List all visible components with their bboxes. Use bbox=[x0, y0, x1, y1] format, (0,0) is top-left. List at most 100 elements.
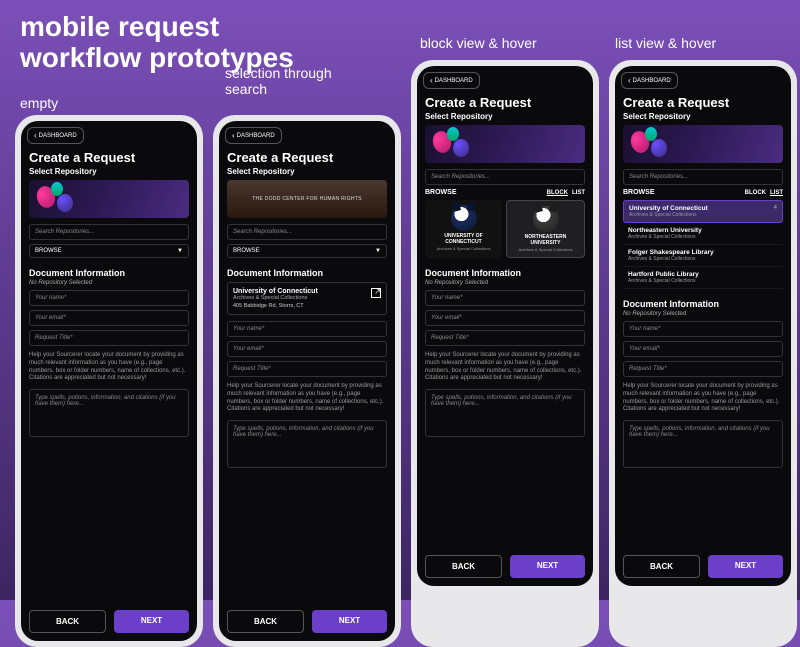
dashboard-button[interactable]: DASHBOARD bbox=[27, 127, 84, 144]
list-toggle[interactable]: LIST bbox=[770, 190, 783, 196]
screen-title: Create a Request bbox=[425, 95, 585, 110]
footer-buttons: BACK NEXT bbox=[21, 602, 197, 641]
hero-banner-dodd: THE DODD CENTER FOR HUMAN RIGHTS bbox=[227, 180, 387, 218]
phone-screen: DASHBOARD Create a Request Select Reposi… bbox=[615, 66, 791, 586]
list-item[interactable]: Hartford Public Library Archives & Speci… bbox=[623, 267, 783, 289]
list-item-sub: Archives & Special Collections bbox=[628, 256, 778, 262]
screen-subtitle: Select Repository bbox=[29, 167, 189, 176]
search-input[interactable]: Search Repositories... bbox=[623, 169, 783, 185]
no-repo-text: No Repository Selected bbox=[425, 280, 585, 286]
name-input[interactable]: Your name* bbox=[29, 290, 189, 306]
phone-frame-block: DASHBOARD Create a Request Select Reposi… bbox=[411, 60, 599, 647]
view-toggle: BLOCK LIST bbox=[547, 190, 585, 196]
screen-subtitle: Select Repository bbox=[425, 112, 585, 121]
email-input[interactable]: Your email* bbox=[425, 310, 585, 326]
list-item[interactable]: Northeastern University Archives & Speci… bbox=[623, 223, 783, 245]
repo-addr: 405 Babbidge Rd, Storrs, CT bbox=[233, 303, 366, 309]
title-input[interactable]: Request Title* bbox=[623, 361, 783, 377]
back-button[interactable]: BACK bbox=[425, 555, 502, 578]
title-input[interactable]: Request Title* bbox=[227, 361, 387, 377]
block-toggle[interactable]: BLOCK bbox=[547, 190, 568, 196]
back-button[interactable]: BACK bbox=[29, 610, 106, 633]
list-item-sub: Archives & Special Collections bbox=[628, 234, 778, 240]
help-text: Help your Sourcerer locate your document… bbox=[425, 352, 585, 383]
chevron-down-icon: ▼ bbox=[375, 248, 381, 254]
dashboard-button[interactable]: DASHBOARD bbox=[423, 72, 480, 89]
details-textarea[interactable]: Type spells, potions, information, and c… bbox=[623, 420, 783, 468]
block-card-uconn[interactable]: UNIVERSITY OF CONNECTICUT Archives & Spe… bbox=[425, 200, 502, 258]
back-button[interactable]: BACK bbox=[227, 610, 304, 633]
next-button[interactable]: NEXT bbox=[312, 610, 387, 633]
list-item[interactable]: Folger Shakespeare Library Archives & Sp… bbox=[623, 245, 783, 267]
hero-banner bbox=[623, 125, 783, 163]
help-text: Help your Sourcerer locate your document… bbox=[29, 352, 189, 383]
list-item-sub: Archives & Special Collections bbox=[628, 278, 778, 284]
phone-frame-empty: DASHBOARD Create a Request Select Reposi… bbox=[15, 115, 203, 647]
list-item-name: Folger Shakespeare Library bbox=[628, 249, 778, 256]
list-item-name: University of Connecticut bbox=[629, 205, 777, 212]
browse-label: BROWSE bbox=[233, 248, 260, 254]
repo-card[interactable]: University of Connecticut Archives & Spe… bbox=[227, 282, 387, 315]
block-grid: UNIVERSITY OF CONNECTICUT Archives & Spe… bbox=[425, 200, 585, 258]
details-textarea[interactable]: Type spells, potions, information, and c… bbox=[227, 420, 387, 468]
list-item[interactable]: 4 University of Connecticut Archives & S… bbox=[623, 200, 783, 223]
screen-title: Create a Request bbox=[227, 150, 387, 165]
browse-label: BROWSE bbox=[623, 189, 655, 196]
browse-dropdown[interactable]: BROWSE ▼ bbox=[227, 244, 387, 258]
search-input[interactable]: Search Repositories... bbox=[227, 224, 387, 240]
block-card-name: NORTHEASTERN UNIVERSITY bbox=[510, 235, 581, 246]
block-card-northeastern[interactable]: NORTHEASTERN UNIVERSITY Archives & Speci… bbox=[506, 200, 585, 258]
phone-frame-list: DASHBOARD Create a Request Select Reposi… bbox=[609, 60, 797, 647]
next-button[interactable]: NEXT bbox=[114, 610, 189, 633]
screen-subtitle: Select Repository bbox=[623, 112, 783, 121]
doc-info-header: Document Information bbox=[227, 268, 387, 278]
next-button[interactable]: NEXT bbox=[708, 555, 783, 578]
details-textarea[interactable]: Type spells, potions, information, and c… bbox=[425, 389, 585, 437]
dashboard-button[interactable]: DASHBOARD bbox=[225, 127, 282, 144]
hero-banner bbox=[29, 180, 189, 218]
search-input[interactable]: Search Repositories... bbox=[29, 224, 189, 240]
hero-banner bbox=[425, 125, 585, 163]
list-item-sub: Archives & Special Collections bbox=[629, 212, 777, 218]
search-input[interactable]: Search Repositories... bbox=[425, 169, 585, 185]
list-count: 4 bbox=[774, 205, 777, 211]
column-label-block: block view & hover bbox=[420, 35, 537, 51]
no-repo-text: No Repository Selected bbox=[623, 311, 783, 317]
no-repo-text: No Repository Selected bbox=[29, 280, 189, 286]
title-input[interactable]: Request Title* bbox=[425, 330, 585, 346]
external-link-icon[interactable] bbox=[371, 288, 381, 298]
email-input[interactable]: Your email* bbox=[227, 341, 387, 357]
email-input[interactable]: Your email* bbox=[29, 310, 189, 326]
footer-buttons: BACK NEXT bbox=[417, 547, 593, 586]
next-button[interactable]: NEXT bbox=[510, 555, 585, 578]
back-button[interactable]: BACK bbox=[623, 555, 700, 578]
browse-label: BROWSE bbox=[35, 248, 62, 254]
dashboard-button[interactable]: DASHBOARD bbox=[621, 72, 678, 89]
block-card-sub: Archives & Special Collections bbox=[518, 247, 572, 252]
title-input[interactable]: Request Title* bbox=[29, 330, 189, 346]
browse-dropdown[interactable]: BROWSE▼ bbox=[29, 244, 189, 258]
screen-title: Create a Request bbox=[623, 95, 783, 110]
view-toggle: BLOCK LIST bbox=[745, 190, 783, 196]
footer-buttons: BACK NEXT bbox=[219, 602, 395, 641]
doc-info-header: Document Information bbox=[29, 268, 189, 278]
screen-subtitle: Select Repository bbox=[227, 167, 387, 176]
block-card-sub: Archives & Special Collections bbox=[436, 246, 490, 251]
list-item-name: Hartford Public Library bbox=[628, 271, 778, 278]
repo-sub: Archives & Special Collections bbox=[233, 295, 366, 301]
name-input[interactable]: Your name* bbox=[623, 321, 783, 337]
help-text: Help your Sourcerer locate your document… bbox=[227, 383, 387, 414]
screen-title: Create a Request bbox=[29, 150, 189, 165]
list-item-name: Northeastern University bbox=[628, 227, 778, 234]
name-input[interactable]: Your name* bbox=[425, 290, 585, 306]
doc-info-header: Document Information bbox=[425, 268, 585, 278]
email-input[interactable]: Your email* bbox=[623, 341, 783, 357]
list-view: 4 University of Connecticut Archives & S… bbox=[623, 200, 783, 289]
name-input[interactable]: Your name* bbox=[227, 321, 387, 337]
husky-icon bbox=[451, 205, 477, 231]
repo-name: University of Connecticut bbox=[233, 288, 366, 295]
details-textarea[interactable]: Type spells, potions, information, and c… bbox=[29, 389, 189, 437]
block-toggle[interactable]: BLOCK bbox=[745, 190, 766, 196]
list-toggle[interactable]: LIST bbox=[572, 190, 585, 196]
doc-info-header: Document Information bbox=[623, 299, 783, 309]
